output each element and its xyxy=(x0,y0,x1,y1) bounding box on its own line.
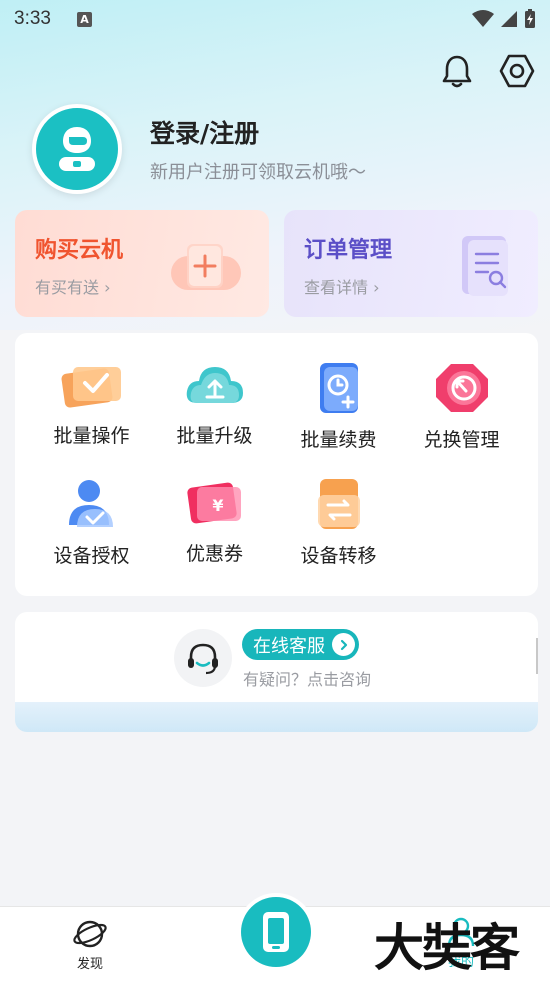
nav-discover-label: 发现 xyxy=(76,957,103,972)
renew-clock-icon xyxy=(306,361,372,415)
batch-operation-icon xyxy=(59,361,125,411)
device-authorize-label: 设备授权 xyxy=(53,545,130,567)
transfer-icon xyxy=(306,477,372,531)
svg-text:¥: ¥ xyxy=(212,496,223,515)
function-grid: 批量操作 批量升级 批量续费 兑换管理 设备授权 ¥ 优惠券 设备转移 xyxy=(15,333,538,596)
upload-cloud-icon xyxy=(182,361,248,411)
buy-cloud-card[interactable]: 购买云机 有买有送 › xyxy=(15,210,269,317)
exchange-manage-label: 兑换管理 xyxy=(423,429,500,451)
coupon-button[interactable]: ¥ 优惠券 xyxy=(153,449,276,565)
coupon-label: 优惠券 xyxy=(185,543,243,565)
device-transfer-button[interactable]: 设备转移 xyxy=(277,449,400,567)
watermark: 大奘客 xyxy=(374,919,520,977)
batch-operation-button[interactable]: 批量操作 xyxy=(30,333,153,447)
online-service-label: 在线客服 xyxy=(253,635,325,657)
batch-operation-label: 批量操作 xyxy=(53,425,130,447)
profile-section[interactable]: 登录/注册 新用户注册可领取云机哦～ xyxy=(32,104,366,194)
nav-cloud-phone-button[interactable] xyxy=(237,893,315,971)
user-authorize-icon xyxy=(59,477,125,531)
status-bar: 3:33 A xyxy=(0,0,550,38)
bell-icon[interactable] xyxy=(438,52,476,90)
planet-icon xyxy=(73,920,107,948)
avatar[interactable] xyxy=(32,104,122,194)
batch-renew-button[interactable]: 批量续费 xyxy=(277,333,400,451)
exchange-icon xyxy=(429,361,495,415)
status-time: 3:33 xyxy=(14,8,51,29)
device-transfer-label: 设备转移 xyxy=(300,545,377,567)
wifi-icon xyxy=(472,10,494,27)
nav-discover[interactable]: 发现 xyxy=(72,917,108,972)
service-subtitle: 有疑问？点击咨询 xyxy=(243,670,372,689)
scrollbar[interactable] xyxy=(536,638,538,674)
robot-avatar-icon xyxy=(59,127,95,171)
battery-icon xyxy=(525,9,535,28)
online-service-button[interactable]: 在线客服 xyxy=(242,629,359,660)
coupon-icon: ¥ xyxy=(182,477,248,529)
device-authorize-button[interactable]: 设备授权 xyxy=(30,449,153,567)
status-icons xyxy=(472,9,536,29)
login-register-title[interactable]: 登录/注册 xyxy=(150,114,366,150)
service-card-footer xyxy=(15,702,538,732)
order-document-icon xyxy=(456,234,516,304)
header-actions xyxy=(438,52,536,90)
batch-upgrade-button[interactable]: 批量升级 xyxy=(153,333,276,447)
shopping-bag-icon xyxy=(167,234,247,302)
batch-upgrade-label: 批量升级 xyxy=(176,425,253,447)
settings-icon[interactable] xyxy=(498,52,536,90)
phone-icon xyxy=(263,912,289,952)
login-subtitle: 新用户注册可领取云机哦～ xyxy=(150,162,366,183)
notification-badge: A xyxy=(76,11,92,27)
batch-renew-label: 批量续费 xyxy=(300,429,377,451)
order-manage-card[interactable]: 订单管理 查看详情 › xyxy=(284,210,538,317)
headset-icon[interactable] xyxy=(174,629,232,687)
exchange-manage-button[interactable]: 兑换管理 xyxy=(400,333,523,451)
chevron-right-icon xyxy=(332,633,355,656)
signal-icon xyxy=(501,11,517,27)
